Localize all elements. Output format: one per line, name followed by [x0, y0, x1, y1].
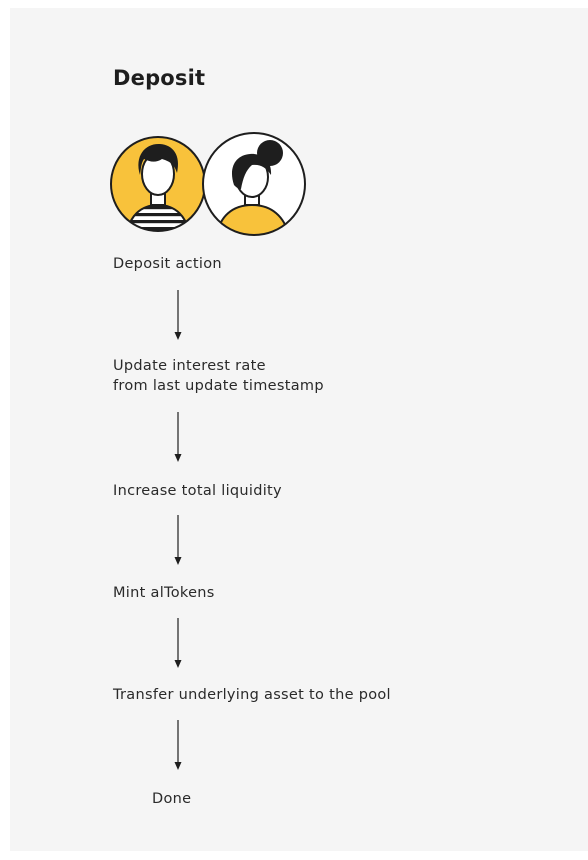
down-arrow-icon [174, 290, 182, 340]
step-text-line: Deposit action [113, 256, 222, 272]
step-done: Done [152, 789, 191, 809]
man-avatar-icon [110, 136, 206, 232]
step-text-line: Increase total liquidity [113, 483, 282, 499]
step-update-interest-rate: Update interest rate from last update ti… [113, 356, 324, 396]
down-arrow-icon [174, 720, 182, 770]
step-text-line: Mint alTokens [113, 585, 215, 601]
step-increase-total-liquidity: Increase total liquidity [113, 481, 282, 501]
diagram-title: Deposit [113, 66, 206, 90]
step-text-line: Done [152, 791, 192, 807]
step-text-line: Transfer underlying asset to the pool [113, 687, 391, 703]
down-arrow-icon [174, 618, 182, 668]
woman-avatar-icon [202, 132, 306, 236]
avatar-group [110, 132, 306, 236]
step-text-line: from last update timestamp [113, 378, 324, 394]
step-deposit-action: Deposit action [113, 254, 222, 274]
step-transfer-underlying-asset: Transfer underlying asset to the pool [113, 685, 391, 705]
down-arrow-icon [174, 515, 182, 565]
step-text-line: Update interest rate [113, 358, 266, 374]
step-mint-altokens: Mint alTokens [113, 583, 215, 603]
down-arrow-icon [174, 412, 182, 462]
